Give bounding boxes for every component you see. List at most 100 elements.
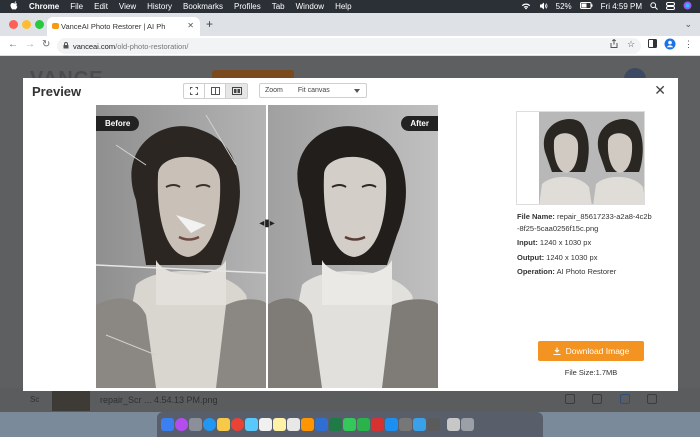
control-center-icon[interactable] (666, 1, 675, 12)
battery-icon[interactable] (579, 2, 593, 11)
menu-app-name[interactable]: Chrome (29, 2, 59, 11)
before-image (96, 105, 267, 388)
preview-thumbnail (516, 111, 645, 205)
menu-window[interactable]: Window (296, 2, 324, 11)
menu-view[interactable]: View (119, 2, 136, 11)
input-label: Input: (517, 238, 538, 247)
drag-handle-icon[interactable]: ◂▮▸ (257, 218, 277, 230)
output-label: Output: (517, 253, 545, 262)
spotlight-search-icon[interactable] (650, 1, 658, 12)
side-by-side-view-button[interactable] (226, 84, 247, 98)
tab-search-chevron-icon[interactable]: ⌄ (684, 19, 692, 30)
powerpoint-icon[interactable] (371, 418, 384, 431)
menu-file[interactable]: File (70, 2, 83, 11)
screenshot-app-icon[interactable] (427, 418, 440, 431)
file-name-value-line2: -8f25-5caa0256f15c.png (517, 224, 599, 233)
menu-tab[interactable]: Tab (272, 2, 285, 11)
photos-icon[interactable] (301, 418, 314, 431)
chrome-tab-strip: VanceAI Photo Restorer | AI Ph ✕ + ⌄ (0, 13, 700, 36)
siri-dock-icon[interactable] (175, 418, 188, 431)
operation-label: Operation: (517, 267, 555, 276)
notes-icon[interactable] (217, 418, 230, 431)
menu-help[interactable]: Help (335, 2, 351, 11)
compare-divider[interactable] (266, 105, 268, 388)
lock-icon[interactable] (63, 42, 69, 51)
preview-app-icon[interactable] (413, 418, 426, 431)
file-name-label: File Name: (517, 212, 555, 221)
background-thumbnail (52, 389, 90, 411)
reload-icon[interactable]: ↻ (42, 39, 50, 50)
finder-icon[interactable] (161, 418, 174, 431)
background-download-bar: Sc repair_Scr ... 4.54.13 PM.png (0, 388, 700, 412)
bookmark-star-icon[interactable]: ☆ (627, 39, 635, 50)
calendar-icon[interactable] (259, 418, 272, 431)
mail-icon[interactable] (245, 418, 258, 431)
chrome-icon[interactable] (231, 418, 244, 431)
url-path: /old-photo-restoration/ (115, 41, 189, 51)
menu-bookmarks[interactable]: Bookmarks (183, 2, 223, 11)
output-row: Output: 1240 x 1030 px (517, 253, 597, 263)
volume-icon[interactable] (539, 2, 548, 12)
system-preferences-icon[interactable] (399, 418, 412, 431)
split-view-icon (210, 87, 220, 95)
stickies-icon[interactable] (273, 418, 286, 431)
word-icon[interactable] (315, 418, 328, 431)
downloads-stack-icon[interactable] (447, 418, 460, 431)
download-icon (553, 347, 561, 355)
expand-icon (190, 87, 198, 95)
profile-avatar-icon[interactable] (664, 38, 676, 52)
apple-icon[interactable] (10, 1, 20, 12)
messages-icon[interactable] (343, 418, 356, 431)
background-filename: repair_Scr ... 4.54.13 PM.png (100, 395, 218, 405)
minimize-window-button[interactable] (22, 20, 31, 29)
background-edit-icon (592, 394, 602, 404)
facetime-icon[interactable] (357, 418, 370, 431)
address-toolbar: ← → ↻ vanceai.com/old-photo-restoration/… (0, 36, 700, 56)
operation-value: AI Photo Restorer (556, 267, 617, 276)
download-image-button[interactable]: Download Image (538, 341, 644, 361)
tab-close-icon[interactable]: ✕ (187, 21, 194, 30)
operation-row: Operation: AI Photo Restorer (517, 267, 616, 277)
forward-arrow-icon[interactable]: → (25, 39, 35, 50)
background-compare-icon (565, 394, 575, 404)
safari-icon[interactable] (203, 418, 216, 431)
excel-icon[interactable] (329, 418, 342, 431)
input-row: Input: 1240 x 1030 px (517, 238, 591, 248)
split-view-button[interactable] (205, 84, 226, 98)
more-menu-icon[interactable]: ⋮ (684, 39, 693, 50)
menu-edit[interactable]: Edit (94, 2, 108, 11)
menu-profiles[interactable]: Profiles (234, 2, 261, 11)
macos-menubar: Chrome File Edit View History Bookmarks … (0, 0, 700, 13)
url-bar[interactable]: vanceai.com/old-photo-restoration/ (57, 38, 641, 54)
app-store-icon[interactable] (385, 418, 398, 431)
menu-history[interactable]: History (147, 2, 172, 11)
trash-icon[interactable] (461, 418, 474, 431)
view-mode-toolbar (183, 83, 248, 99)
back-arrow-icon[interactable]: ← (8, 39, 18, 50)
fullscreen-view-button[interactable] (184, 84, 205, 98)
close-window-button[interactable] (9, 20, 18, 29)
before-after-viewer[interactable]: ◂▮▸ Before After (96, 105, 438, 388)
clock[interactable]: Fri 4:59 PM (601, 2, 642, 11)
file-name-row: File Name: repair_85617233-a2a8-4c2b (517, 212, 652, 222)
file-name-row-continued: -8f25-5caa0256f15c.png (517, 224, 598, 234)
browser-tab[interactable]: VanceAI Photo Restorer | AI Ph ✕ (47, 17, 200, 36)
close-modal-icon[interactable]: ✕ (654, 82, 666, 99)
wifi-icon[interactable] (521, 2, 531, 12)
launchpad-icon[interactable] (189, 418, 202, 431)
before-label: Before (96, 116, 140, 131)
zoom-window-button[interactable] (35, 20, 44, 29)
side-panel-icon[interactable] (648, 39, 657, 50)
input-value: 1240 x 1030 px (539, 238, 592, 247)
url-host: vanceai.com (73, 41, 116, 51)
reminders-icon[interactable] (287, 418, 300, 431)
background-trash-icon (647, 394, 657, 404)
siri-icon[interactable] (683, 1, 692, 12)
zoom-value: Fit canvas (297, 87, 330, 94)
share-icon[interactable] (610, 38, 618, 50)
modal-title: Preview (32, 84, 82, 99)
background-snippet: Sc (30, 395, 40, 404)
zoom-select[interactable]: Zoom Fit canvas (259, 83, 367, 98)
output-value: 1240 x 1030 px (546, 253, 598, 262)
new-tab-plus-icon[interactable]: + (206, 17, 213, 31)
